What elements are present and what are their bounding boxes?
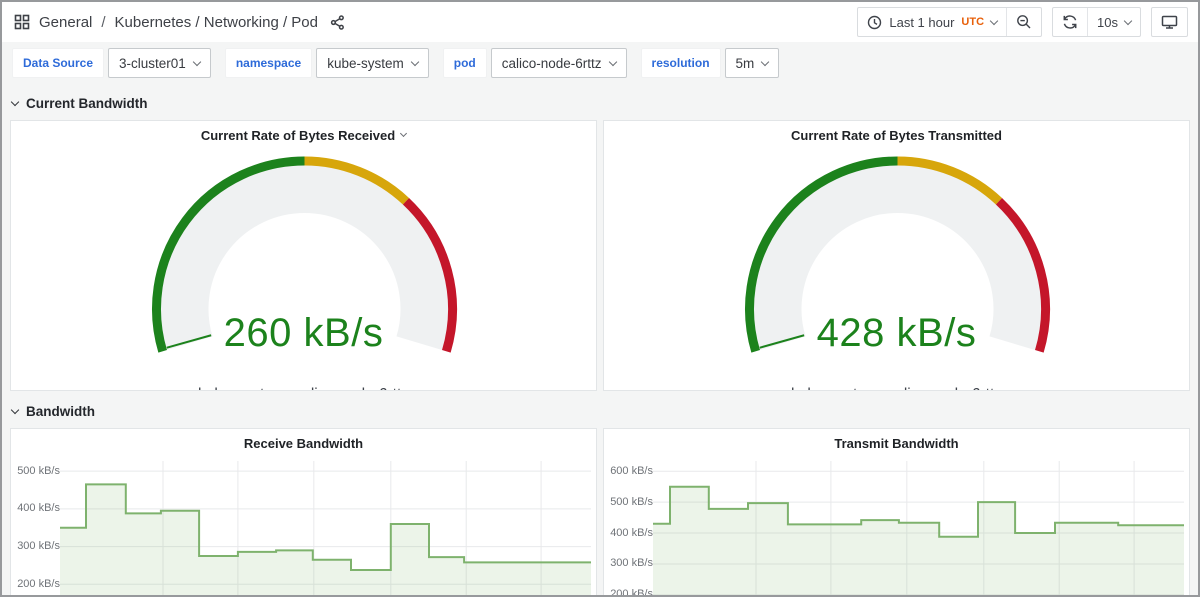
resolution-dropdown[interactable]: 5m (725, 48, 780, 78)
panel-title-text: Current Rate of Bytes Transmitted (791, 128, 1002, 143)
transmit-bandwidth-chart[interactable]: 600 kB/s 500 kB/s 400 kB/s 300 kB/s 200 kB/s (604, 457, 1189, 597)
nav-controls: Last 1 hour UTC (857, 7, 1188, 37)
panel-rate-bytes-transmitted: Current Rate of Bytes Transmitted 428 kB… (603, 120, 1190, 391)
pod-label[interactable]: pod (443, 48, 487, 78)
namespace-label[interactable]: namespace (225, 48, 312, 78)
filter-resolution: resolution 5m (641, 48, 780, 78)
gauge-received: 260 kB/s kube-system: calico-node-6rttz (11, 149, 596, 391)
chevron-down-icon (990, 16, 998, 24)
breadcrumb-separator: / (101, 14, 105, 31)
datasource-label[interactable]: Data Source (12, 48, 104, 78)
chevron-down-icon (608, 57, 616, 65)
resolution-label[interactable]: resolution (641, 48, 721, 78)
refresh-interval-label: 10s (1097, 15, 1118, 30)
filter-namespace: namespace kube-system (225, 48, 429, 78)
share-icon[interactable] (330, 15, 345, 30)
dashboards-grid-icon[interactable] (14, 14, 30, 30)
panel-title-text: Receive Bandwidth (244, 436, 363, 451)
resolution-value: 5m (736, 56, 755, 71)
row-header-current-bandwidth[interactable]: Current Bandwidth (2, 92, 1198, 114)
namespace-dropdown[interactable]: kube-system (316, 48, 429, 78)
panel-rate-bytes-received: Current Rate of Bytes Received 260 kB/s … (10, 120, 597, 391)
y-axis-tick-label: 300 kB/s (610, 557, 653, 570)
row-title: Bandwidth (26, 404, 95, 419)
y-axis-tick-label: 400 kB/s (17, 502, 60, 515)
timezone-label: UTC (961, 16, 984, 28)
filter-datasource: Data Source 3-cluster01 (12, 48, 211, 78)
pod-value: calico-node-6rttz (502, 56, 602, 71)
panel-title-text: Transmit Bandwidth (834, 436, 958, 451)
zoom-out-button[interactable] (1007, 8, 1041, 36)
y-axis-tick-label: 500 kB/s (17, 465, 60, 478)
datasource-value: 3-cluster01 (119, 56, 186, 71)
y-axis-tick-label: 500 kB/s (610, 496, 653, 509)
gauge-series-label: kube-system: calico-node-6rttz (604, 386, 1189, 391)
y-axis-tick-label: 400 kB/s (610, 527, 653, 540)
refresh-group: 10s (1052, 7, 1141, 37)
bandwidth-panels-row: Receive Bandwidth 500 kB/s 400 kB/s 300 kB… (10, 428, 1190, 597)
top-nav-bar: General / Kubernetes / Networking / Pod (2, 2, 1198, 42)
tv-monitor-icon (1161, 14, 1178, 30)
gauge-transmitted: 428 kB/s kube-system: calico-node-6rttz (604, 149, 1189, 391)
tv-mode-button[interactable] (1152, 8, 1187, 36)
filter-pod: pod calico-node-6rttz (443, 48, 627, 78)
row-header-bandwidth[interactable]: Bandwidth (2, 400, 1198, 422)
panel-title-receive-bandwidth[interactable]: Receive Bandwidth (11, 429, 596, 457)
panel-transmit-bandwidth: Transmit Bandwidth 600 kB/s 500 kB/s 400 k… (603, 428, 1190, 597)
plot-area[interactable] (60, 461, 591, 597)
panel-title-text: Current Rate of Bytes Received (201, 128, 395, 143)
y-axis-tick-label: 300 kB/s (17, 540, 60, 553)
chevron-down-icon (11, 97, 19, 105)
variable-filter-bar: Data Source 3-cluster01 namespace kube-s… (2, 42, 1198, 86)
gauge-value: 260 kB/s (11, 309, 596, 357)
y-axis-tick-label: 200 kB/s (610, 588, 653, 597)
chevron-down-icon (1124, 16, 1132, 24)
plot-area[interactable] (653, 461, 1184, 597)
chevron-down-icon (761, 57, 769, 65)
chevron-down-icon (11, 405, 19, 413)
gauge-series-label: kube-system: calico-node-6rttz (11, 386, 596, 391)
breadcrumb-dashboard-title[interactable]: Kubernetes / Networking / Pod (115, 14, 318, 31)
chevron-down-icon (400, 130, 407, 137)
time-picker-group: Last 1 hour UTC (857, 7, 1042, 37)
namespace-value: kube-system (327, 56, 404, 71)
gauge-panels-row: Current Rate of Bytes Received 260 kB/s … (10, 120, 1190, 391)
clock-icon (867, 15, 882, 30)
receive-bandwidth-chart[interactable]: 500 kB/s 400 kB/s 300 kB/s 200 kB/s (11, 457, 596, 597)
refresh-icon (1062, 14, 1078, 30)
zoom-out-icon (1016, 14, 1032, 30)
gauge-value: 428 kB/s (604, 309, 1189, 357)
pod-dropdown[interactable]: calico-node-6rttz (491, 48, 627, 78)
chevron-down-icon (193, 57, 201, 65)
dashboard-window: General / Kubernetes / Networking / Pod (0, 0, 1200, 597)
panel-title-transmit-bandwidth[interactable]: Transmit Bandwidth (604, 429, 1189, 457)
panel-title-transmitted[interactable]: Current Rate of Bytes Transmitted (604, 121, 1189, 149)
y-axis-tick-label: 200 kB/s (17, 578, 60, 591)
refresh-button[interactable] (1053, 8, 1087, 36)
y-axis-tick-label: 600 kB/s (610, 465, 653, 478)
kiosk-group (1151, 7, 1188, 37)
time-range-button[interactable]: Last 1 hour UTC (858, 8, 1006, 36)
time-range-label: Last 1 hour (889, 15, 954, 30)
row-title: Current Bandwidth (26, 96, 148, 111)
panel-receive-bandwidth: Receive Bandwidth 500 kB/s 400 kB/s 300 kB… (10, 428, 597, 597)
datasource-dropdown[interactable]: 3-cluster01 (108, 48, 211, 78)
panel-title-received[interactable]: Current Rate of Bytes Received (11, 121, 596, 149)
chevron-down-icon (410, 57, 418, 65)
breadcrumb: General / Kubernetes / Networking / Pod (14, 14, 345, 31)
refresh-interval-dropdown[interactable]: 10s (1088, 8, 1140, 36)
breadcrumb-folder[interactable]: General (39, 14, 92, 31)
